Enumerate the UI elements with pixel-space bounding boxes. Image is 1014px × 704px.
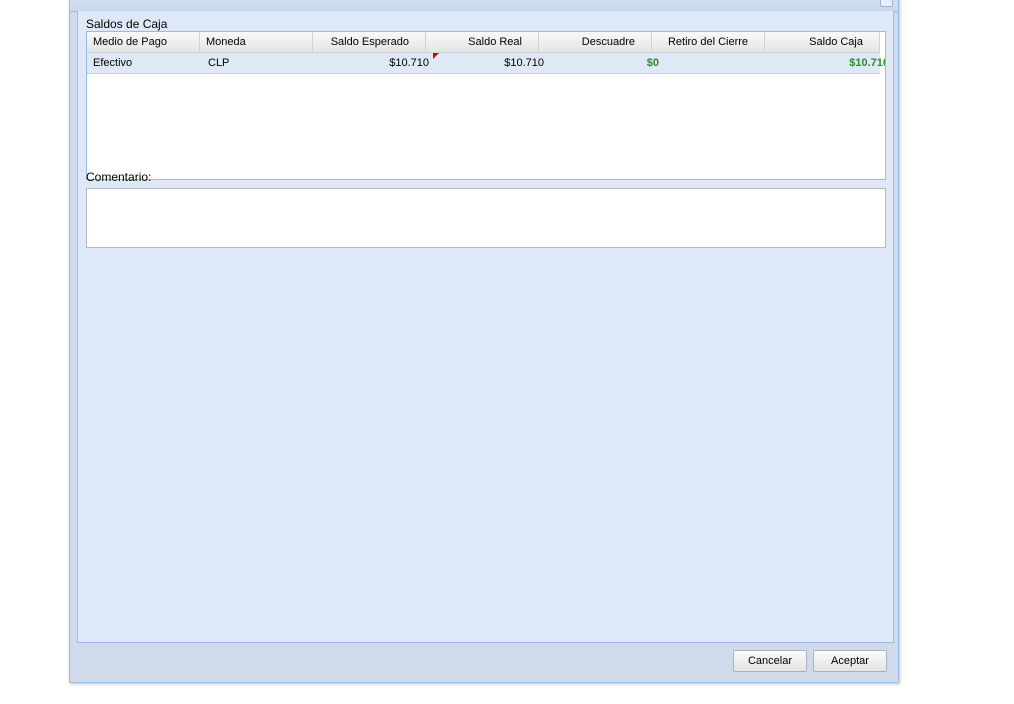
cell-descuadre: $0	[646, 57, 659, 69]
cell-retiro-del-cierre[interactable]	[662, 53, 772, 73]
balances-grid: Medio de Pago Moneda Saldo Esperado Sald…	[86, 31, 886, 180]
column-header-saldo-esperado[interactable]: Saldo Esperado	[313, 32, 426, 52]
cancel-button[interactable]: Cancelar	[733, 650, 807, 672]
comment-label: Comentario:	[86, 170, 152, 184]
column-header-retiro-del-cierre[interactable]: Retiro del Cierre	[652, 32, 765, 52]
cell-saldo-real[interactable]: $10.710	[432, 53, 550, 73]
cell-saldo-caja: $10.710	[849, 57, 886, 69]
close-icon[interactable]	[880, 0, 893, 7]
table-row[interactable]: Efectivo CLP $10.710 $10.710 $0 $10.710	[87, 53, 885, 74]
comment-textarea[interactable]	[86, 188, 886, 248]
cell-medio-de-pago: Efectivo	[93, 57, 133, 69]
accept-button[interactable]: Aceptar	[813, 650, 887, 672]
column-header-medio-de-pago[interactable]: Medio de Pago	[87, 32, 200, 52]
column-header-saldo-caja[interactable]: Saldo Caja	[765, 32, 880, 52]
balances-title: Saldos de Caja	[86, 17, 168, 31]
column-header-moneda[interactable]: Moneda	[200, 32, 313, 52]
cell-saldo-esperado[interactable]: $10.710	[317, 53, 435, 73]
dialog-body: Saldos de Caja Medio de Pago Moneda Sald…	[77, 11, 894, 643]
cash-close-dialog: Saldos de Caja Medio de Pago Moneda Sald…	[69, 0, 899, 683]
cell-moneda: CLP	[208, 57, 230, 69]
grid-header: Medio de Pago Moneda Saldo Esperado Sald…	[87, 32, 880, 53]
column-header-saldo-real[interactable]: Saldo Real	[426, 32, 539, 52]
column-header-descuadre[interactable]: Descuadre	[539, 32, 652, 52]
